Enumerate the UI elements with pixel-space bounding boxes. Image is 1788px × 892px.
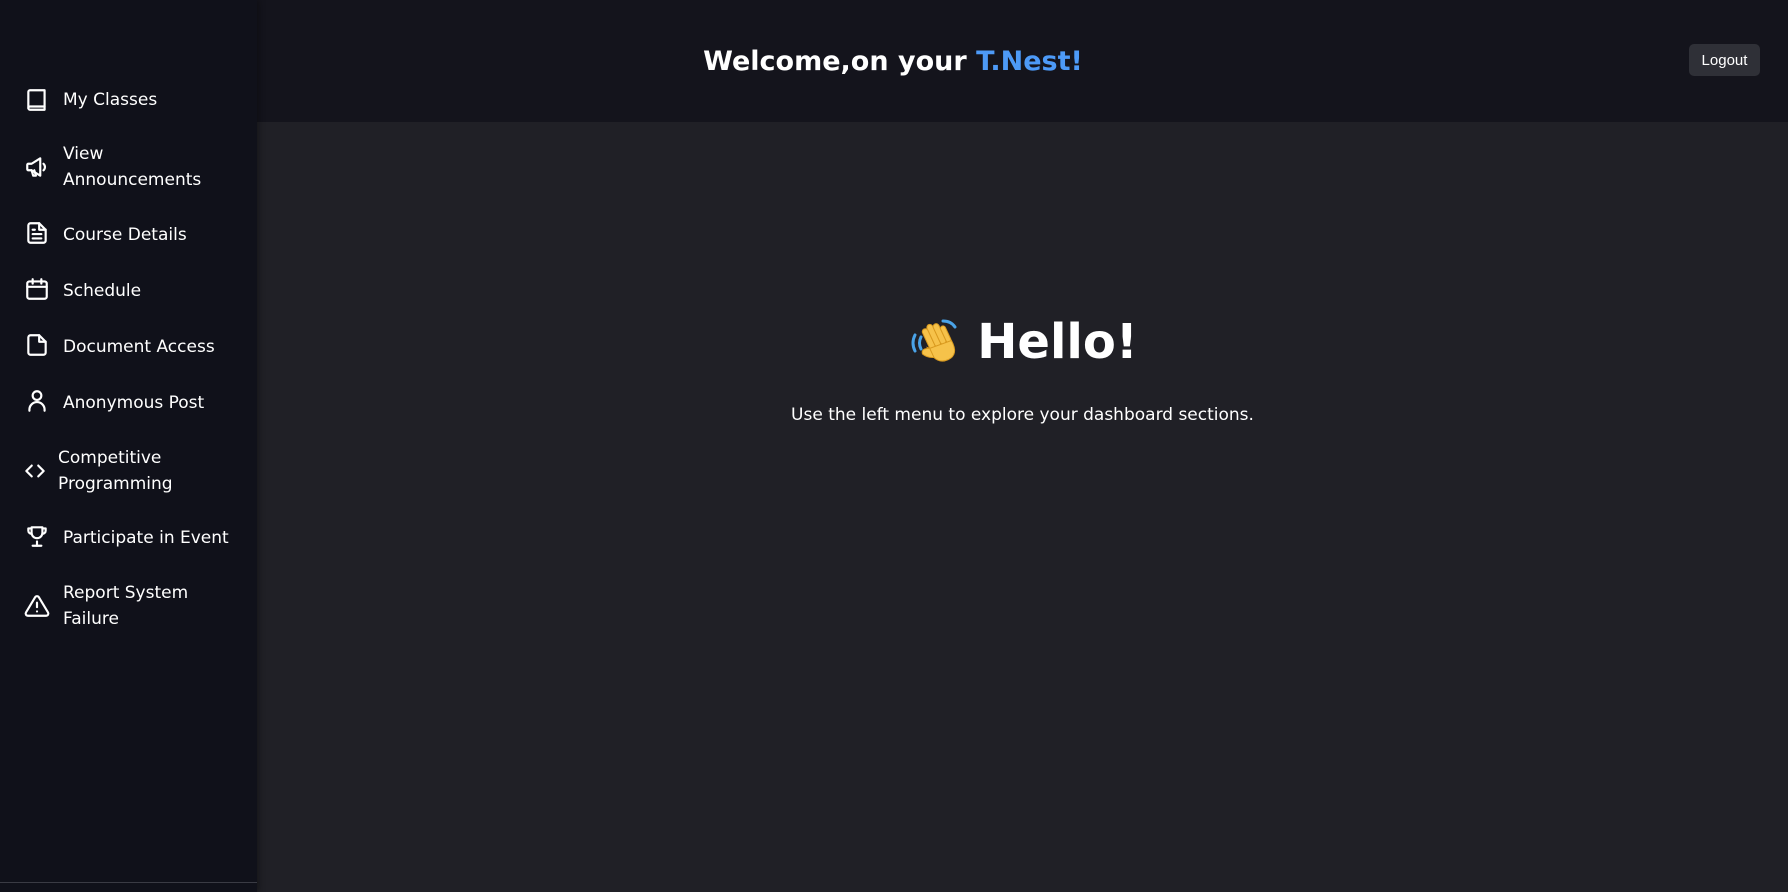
main-content: Hello! Use the left menu to explore your…	[257, 122, 1788, 892]
sidebar-item-label: Competitive Programming	[58, 448, 173, 494]
sidebar-item-label: Anonymous Post	[63, 393, 205, 413]
code-icon	[22, 458, 48, 484]
sidebar-item-my-classes[interactable]: My Classes	[0, 85, 257, 115]
sidebar-item-label: Schedule	[63, 281, 142, 301]
sidebar-item-view-announcements[interactable]: View Announcements	[0, 141, 257, 193]
sidebar-divider	[0, 882, 257, 883]
calendar-icon	[24, 276, 50, 302]
title-prefix: Welcome,on your	[703, 46, 977, 77]
logout-button[interactable]: Logout	[1689, 44, 1760, 76]
sidebar-item-label: Document Access	[63, 337, 215, 357]
document-text-icon	[24, 220, 50, 246]
greeting-subtext: Use the left menu to explore your dashbo…	[791, 405, 1254, 425]
sidebar-item-schedule[interactable]: Schedule	[0, 276, 257, 306]
megaphone-icon	[24, 154, 50, 180]
sidebar-item-label: Course Details	[63, 225, 187, 245]
book-icon	[24, 87, 50, 113]
app-root: My Classes View Announcements Course Det…	[0, 0, 1788, 892]
greeting: Hello!	[907, 314, 1138, 370]
warning-icon	[24, 593, 50, 619]
sidebar-item-anonymous-post[interactable]: Anonymous Post	[0, 388, 257, 418]
waving-hand-icon	[907, 315, 961, 369]
sidebar-item-label: View Announcements	[63, 144, 202, 190]
sidebar-item-label: Participate in Event	[63, 528, 229, 548]
sidebar-item-competitive-programming[interactable]: Competitive Programming	[0, 445, 257, 497]
file-icon	[24, 332, 50, 358]
sidebar-item-label: My Classes	[63, 90, 158, 110]
sidebar: My Classes View Announcements Course Det…	[0, 0, 257, 892]
sidebar-item-label: Report System Failure	[63, 583, 189, 629]
sidebar-item-report-system-failure[interactable]: Report System Failure	[0, 580, 257, 632]
header: Welcome,on your T.Nest!	[257, 0, 1788, 122]
brand-name: T.Nest!	[976, 46, 1083, 77]
sidebar-item-course-details[interactable]: Course Details	[0, 220, 257, 250]
sidebar-item-participate-in-event[interactable]: Participate in Event	[0, 523, 257, 553]
sidebar-item-document-access[interactable]: Document Access	[0, 332, 257, 362]
trophy-icon	[24, 523, 50, 549]
greeting-text: Hello!	[977, 314, 1138, 370]
page-title: Welcome,on your T.Nest!	[257, 44, 1529, 80]
greeting-section: Hello!	[257, 314, 1788, 373]
user-icon	[24, 388, 50, 414]
